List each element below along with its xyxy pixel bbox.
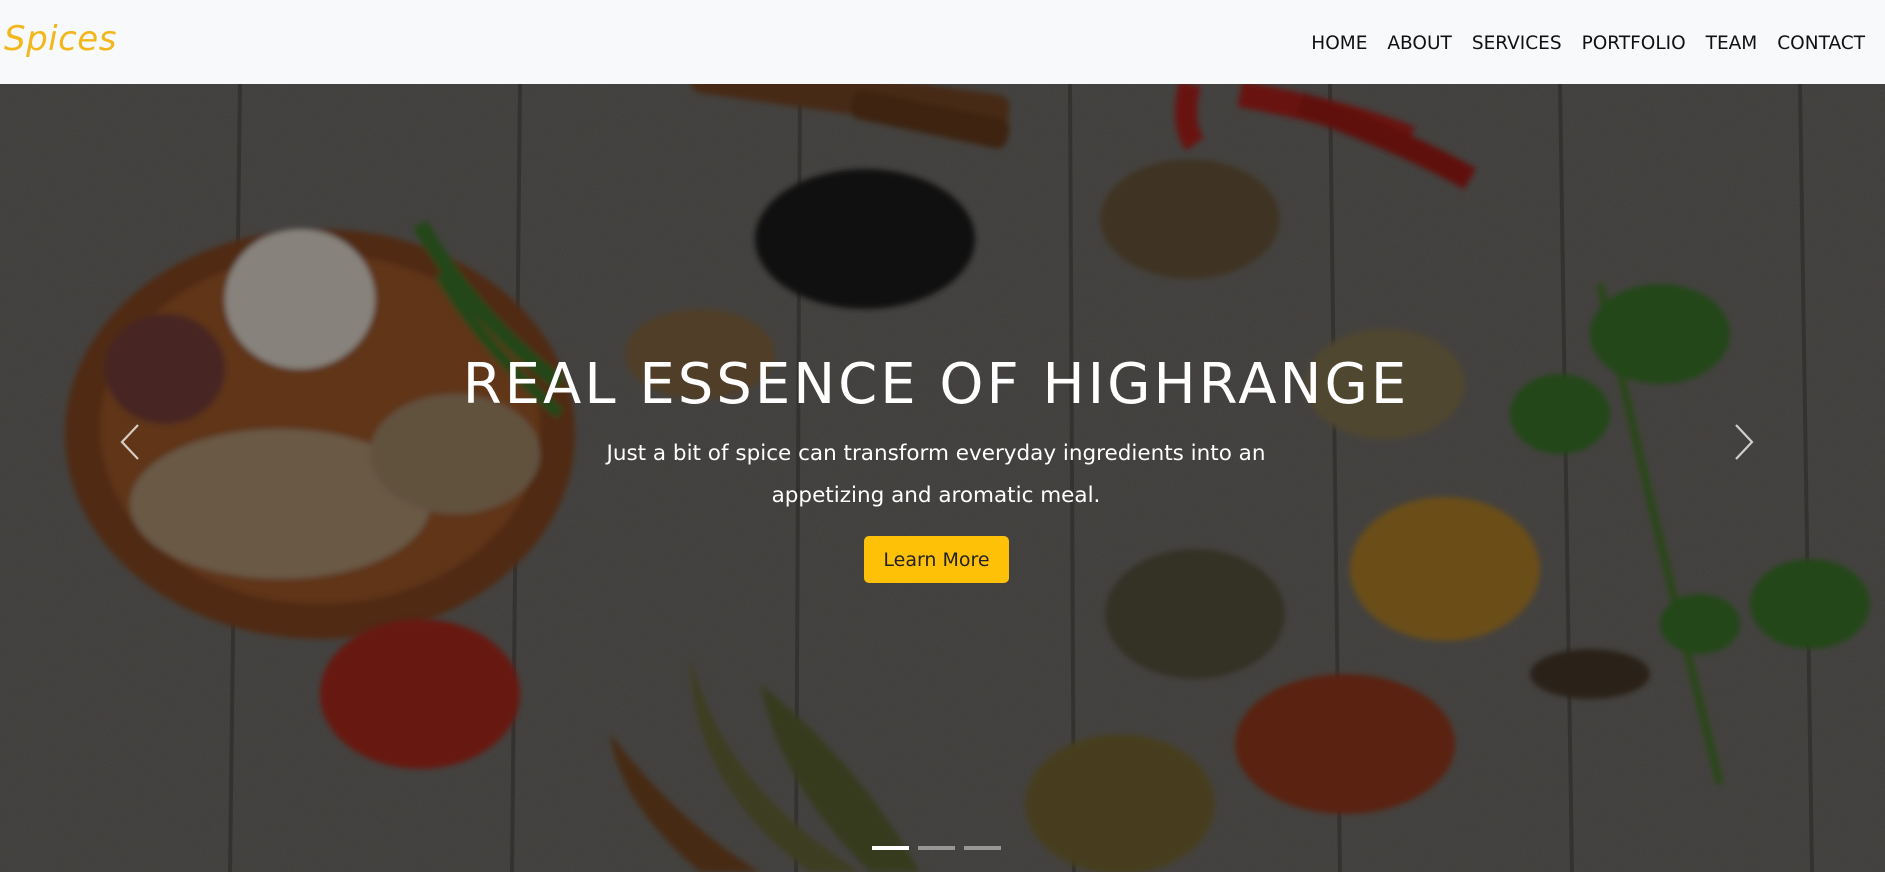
nav-link-home[interactable]: HOME xyxy=(1311,33,1367,54)
nav-link-team[interactable]: TEAM xyxy=(1706,33,1758,54)
carousel-next-button[interactable] xyxy=(1724,414,1764,470)
carousel-indicator-1[interactable] xyxy=(872,846,909,850)
hero-subtext: Just a bit of spice can transform everyd… xyxy=(606,441,1266,508)
carousel-indicator-2[interactable] xyxy=(918,846,955,850)
chevron-left-icon xyxy=(120,424,139,460)
hero-headline: REAL ESSENCE OF HIGHRANGE xyxy=(462,352,1410,417)
nav-link-portfolio[interactable]: PORTFOLIO xyxy=(1582,33,1686,54)
nav-link-services[interactable]: SERVICES xyxy=(1472,33,1562,54)
chevron-right-icon xyxy=(1735,424,1754,460)
carousel-indicators xyxy=(872,846,1001,850)
nav-links: HOME ABOUT SERVICES PORTFOLIO TEAM CONTA… xyxy=(1311,33,1865,54)
carousel-prev-button[interactable] xyxy=(110,414,150,470)
carousel-indicator-3[interactable] xyxy=(964,846,1001,850)
nav-link-about[interactable]: ABOUT xyxy=(1387,33,1451,54)
brand-logo[interactable]: Spices xyxy=(4,19,117,59)
navbar: Spices HOME ABOUT SERVICES PORTFOLIO TEA… xyxy=(0,0,1885,84)
learn-more-button[interactable]: Learn More xyxy=(864,536,1009,583)
hero-carousel: REAL ESSENCE OF HIGHRANGE Just a bit of … xyxy=(0,84,1885,872)
nav-link-contact[interactable]: CONTACT xyxy=(1777,33,1865,54)
